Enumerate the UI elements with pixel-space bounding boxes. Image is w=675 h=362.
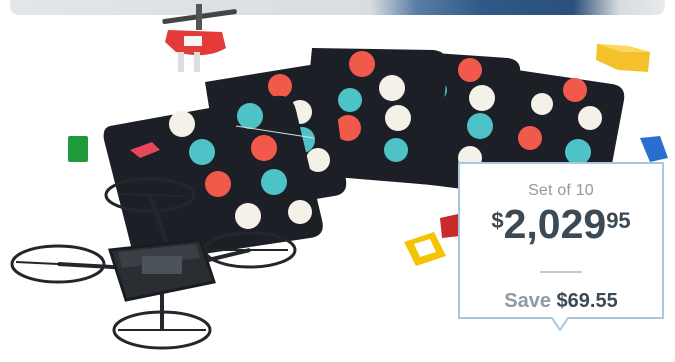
blue-toy-block — [640, 136, 668, 162]
divider — [540, 271, 582, 273]
save-amount: $69.55 — [556, 290, 618, 312]
currency-symbol: $ — [491, 208, 504, 233]
product-stage: Set of 10 $2,02995 Save $69.55 — [0, 0, 675, 362]
save-label: Save — [504, 290, 551, 312]
set-size-label: Set of 10 — [528, 182, 594, 199]
price-cents: 95 — [606, 208, 631, 233]
price: $2,02995 — [456, 204, 666, 245]
savings: Save $69.55 — [456, 290, 666, 313]
green-toy-block — [68, 136, 88, 162]
price-whole: 2,029 — [503, 201, 607, 247]
yellow-toy-block — [596, 44, 650, 72]
toy-helicopter — [162, 4, 237, 72]
